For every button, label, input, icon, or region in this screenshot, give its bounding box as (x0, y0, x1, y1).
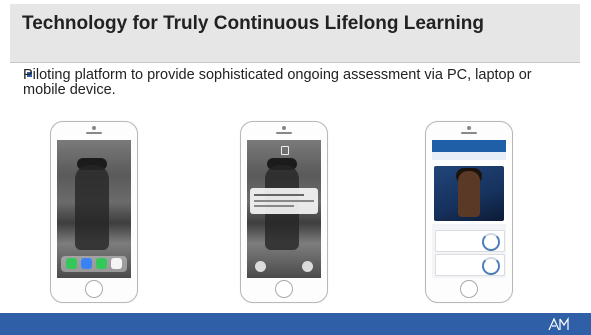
app-header-bar (432, 140, 506, 152)
certification-list (432, 224, 506, 278)
slide: Technology for Truly Continuous Lifelong… (0, 0, 591, 335)
bullet-text: Piloting platform to provide sophisticat… (23, 67, 532, 98)
slide-title: Technology for Truly Continuous Lifelong… (22, 13, 484, 34)
figure-shape (75, 165, 109, 250)
speaker-icon (461, 132, 477, 134)
camera-shortcut-icon (302, 261, 313, 272)
notification-line (254, 200, 314, 202)
browser-app-icon (81, 258, 92, 269)
footer-bar (0, 313, 591, 335)
messages-app-icon (96, 258, 107, 269)
flashlight-icon (255, 261, 266, 272)
progress-dial-icon (482, 257, 500, 275)
certification-card (435, 230, 505, 252)
certification-card (435, 254, 505, 276)
app-subheader (432, 152, 506, 160)
notification-line (254, 205, 294, 207)
speaker-icon (276, 132, 292, 134)
home-button (85, 280, 103, 298)
notification-line (254, 194, 304, 196)
notification-card (250, 188, 318, 214)
logo-icon (548, 317, 569, 331)
phone-home-screen (50, 121, 138, 303)
phone-app-icon (66, 258, 77, 269)
home-button (275, 280, 293, 298)
music-app-icon (111, 258, 122, 269)
phone-lock-screen (240, 121, 328, 303)
phone-app-screen (425, 121, 513, 303)
phone-screen (57, 140, 131, 278)
camera-icon (467, 126, 471, 130)
phone-screen (432, 140, 506, 278)
phone-screen (247, 140, 321, 278)
title-divider (10, 62, 580, 63)
home-button (460, 280, 478, 298)
speaker-icon (86, 132, 102, 134)
lock-icon (281, 146, 289, 155)
camera-icon (92, 126, 96, 130)
camera-icon (282, 126, 286, 130)
progress-dial-icon (482, 233, 500, 251)
speaker-figure (458, 171, 480, 217)
